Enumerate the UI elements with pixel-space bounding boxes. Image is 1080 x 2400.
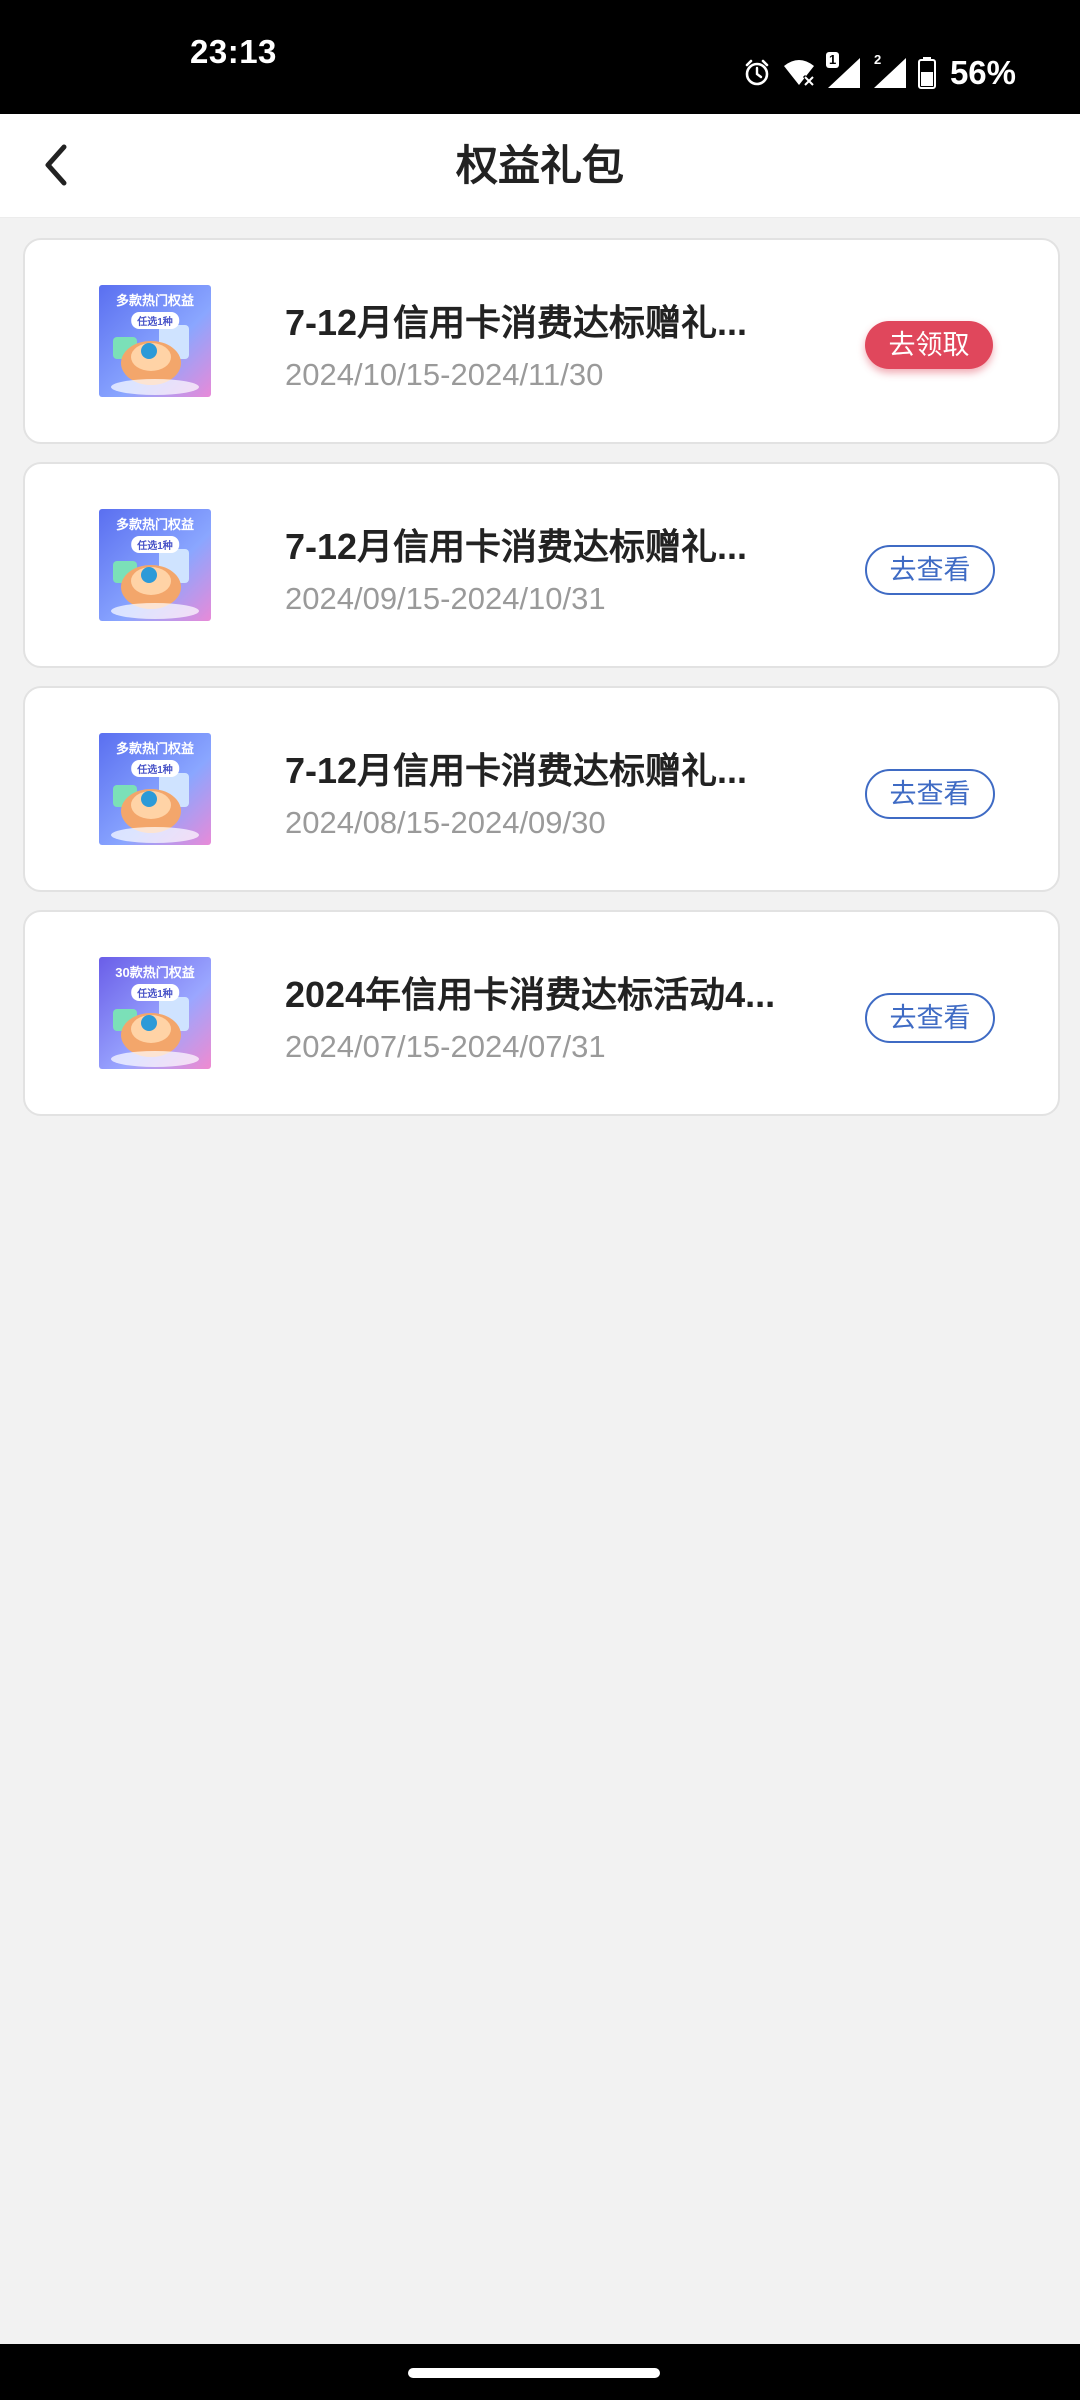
item-title: 7-12月信用卡消费达标赠礼... bbox=[285, 526, 748, 567]
claim-button[interactable]: 去领取 bbox=[865, 321, 993, 369]
gift-thumbnail: 30款热门权益 任选1种 bbox=[99, 957, 211, 1069]
item-title: 7-12月信用卡消费达标赠礼... bbox=[285, 302, 748, 343]
sim1-badge: 1 bbox=[825, 52, 840, 68]
battery-icon bbox=[917, 57, 936, 89]
gift-thumbnail: 多款热门权益 任选1种 bbox=[99, 733, 211, 845]
gift-thumbnail: 多款热门权益 任选1种 bbox=[99, 509, 211, 621]
list-item[interactable]: 多款热门权益 任选1种 7-12月信用卡消费达标赠礼... 2024/08/15… bbox=[23, 686, 1060, 892]
thumb-subtitle: 任选1种 bbox=[131, 312, 179, 329]
signal-sim1-icon: 1 bbox=[825, 52, 862, 90]
battery-percent: 56% bbox=[949, 54, 1016, 91]
status-time: 23:13 bbox=[190, 33, 277, 70]
signal-sim2-icon: 2 bbox=[872, 52, 908, 90]
status-icons: 1 2 56% bbox=[742, 52, 1016, 92]
sim2-badge: 2 bbox=[873, 52, 882, 67]
page-title: 权益礼包 bbox=[455, 142, 624, 189]
item-title: 7-12月信用卡消费达标赠礼... bbox=[285, 750, 748, 791]
gift-package-list: 多款热门权益 任选1种 7-12月信用卡消费达标赠礼... 2024/10/15… bbox=[23, 238, 1060, 1134]
list-item[interactable]: 多款热门权益 任选1种 7-12月信用卡消费达标赠礼... 2024/10/15… bbox=[23, 238, 1060, 444]
thumb-title: 30款热门权益 bbox=[115, 965, 195, 980]
alarm-icon bbox=[742, 58, 772, 88]
view-button[interactable]: 去查看 bbox=[865, 769, 995, 819]
item-date: 2024/09/15-2024/10/31 bbox=[285, 581, 606, 616]
thumb-subtitle: 任选1种 bbox=[131, 536, 179, 553]
thumb-title: 多款热门权益 bbox=[115, 293, 194, 308]
system-nav-bar bbox=[0, 2344, 1080, 2400]
item-date: 2024/07/15-2024/07/31 bbox=[285, 1029, 606, 1064]
thumb-title: 多款热门权益 bbox=[115, 517, 194, 532]
item-date: 2024/08/15-2024/09/30 bbox=[285, 805, 606, 840]
item-title: 2024年信用卡消费达标活动4... bbox=[285, 974, 776, 1015]
list-item[interactable]: 30款热门权益 任选1种 2024年信用卡消费达标活动4... 2024/07/… bbox=[23, 910, 1060, 1116]
item-date: 2024/10/15-2024/11/30 bbox=[285, 357, 604, 392]
wifi-icon bbox=[782, 58, 816, 88]
thumb-subtitle: 任选1种 bbox=[131, 984, 179, 1001]
status-bar: 23:13 1 2 56% bbox=[0, 0, 1080, 114]
view-button[interactable]: 去查看 bbox=[865, 545, 995, 595]
view-button[interactable]: 去查看 bbox=[865, 993, 995, 1043]
thumb-title: 多款热门权益 bbox=[115, 741, 194, 756]
list-item[interactable]: 多款热门权益 任选1种 7-12月信用卡消费达标赠礼... 2024/09/15… bbox=[23, 462, 1060, 668]
thumb-subtitle: 任选1种 bbox=[131, 760, 179, 777]
app-header: 权益礼包 bbox=[0, 114, 1080, 218]
gift-thumbnail: 多款热门权益 任选1种 bbox=[99, 285, 211, 397]
home-indicator[interactable] bbox=[408, 2368, 660, 2378]
